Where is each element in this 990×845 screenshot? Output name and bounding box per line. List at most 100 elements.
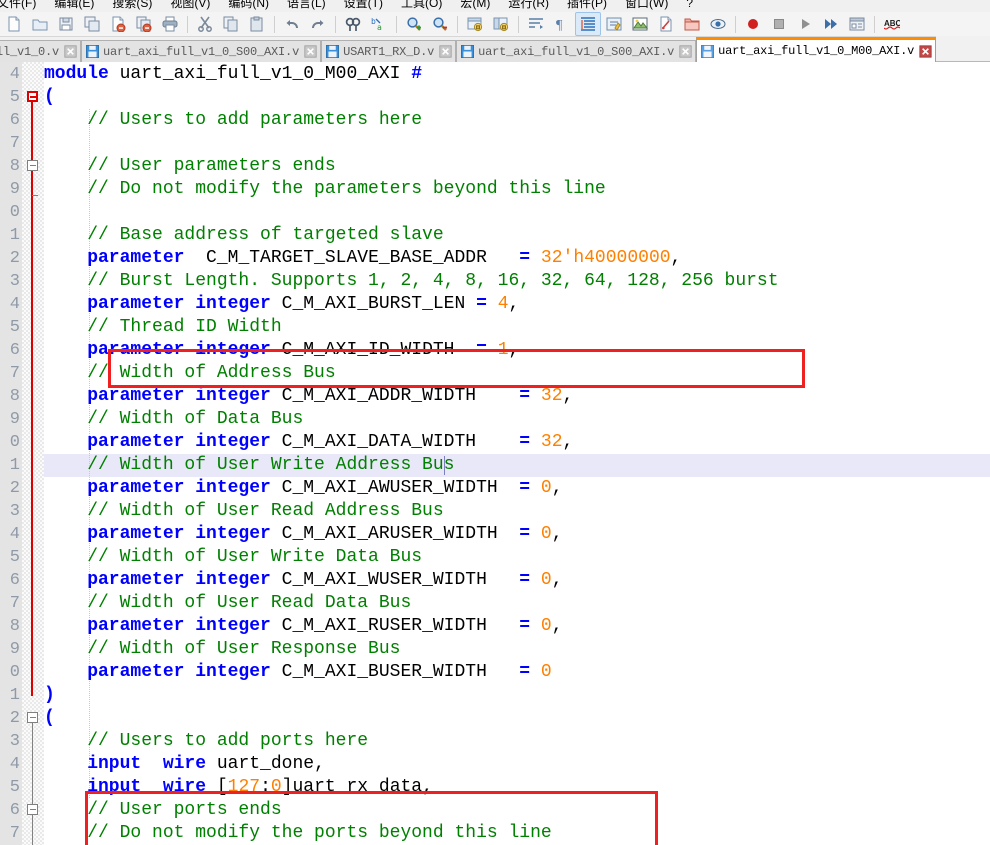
paste-button[interactable] [244, 12, 270, 36]
menu-settings[interactable]: 设置(T) [335, 0, 392, 12]
menu-help[interactable]: ? [677, 0, 702, 12]
tab-uart-axi-full-v1-0-s00-axi-b[interactable]: uart_axi_full_v1_0_S00_AXI.v [456, 40, 697, 62]
code-line[interactable]: // Width of User Write Address Bus [44, 454, 454, 477]
tab-close-icon[interactable] [919, 44, 932, 58]
code-line[interactable]: // User parameters ends [44, 155, 335, 178]
new-file-button[interactable] [1, 12, 27, 36]
code-line[interactable]: // Users to add ports here [44, 730, 368, 753]
copy-button[interactable] [218, 12, 244, 36]
tab-close-icon[interactable] [64, 45, 77, 58]
code-line[interactable]: ) [44, 684, 55, 707]
fold-range-line-active [31, 97, 33, 696]
code-line[interactable]: parameter integer C_M_AXI_ID_WIDTH = 1, [44, 339, 519, 362]
editor-area[interactable]: 45678901234567890123456789012345678 modu… [0, 62, 990, 845]
line-number: 8 [9, 387, 20, 406]
monitoring-button[interactable] [705, 12, 731, 36]
code-line[interactable]: parameter integer C_M_AXI_RUSER_WIDTH = … [44, 615, 562, 638]
code-line[interactable]: // Width of Address Bus [44, 362, 335, 385]
fold-collapse-box[interactable] [27, 712, 38, 723]
show-all-characters-button[interactable]: ¶ [549, 12, 575, 36]
run-macro-multiple-times-button[interactable] [818, 12, 844, 36]
document-map-button[interactable] [627, 12, 653, 36]
code-line[interactable]: // Width of Data Bus [44, 408, 303, 431]
fold-collapse-box[interactable] [27, 91, 38, 102]
menu-tools[interactable]: 工具(O) [392, 0, 451, 12]
sync-horizontal-scroll-button[interactable] [488, 12, 514, 36]
save-icon [58, 16, 74, 32]
stop-record-macro-button[interactable] [766, 12, 792, 36]
code-line[interactable]: parameter integer C_M_AXI_WUSER_WIDTH = … [44, 569, 562, 592]
indent-guide-button[interactable] [575, 12, 601, 36]
code-line[interactable]: // Width of User Read Address Bus [44, 500, 443, 523]
tab-bar-filler [936, 36, 990, 62]
word-wrap-button[interactable] [523, 12, 549, 36]
menu-edit[interactable]: 编辑(E) [45, 0, 103, 12]
tab-uart-axi-full-v1-0[interactable]: rt_axi_full_v1_0.v [0, 40, 82, 62]
play-macro-button[interactable] [792, 12, 818, 36]
cut-button[interactable] [192, 12, 218, 36]
undo-button[interactable] [279, 12, 305, 36]
menu-view[interactable]: 视图(V) [161, 0, 219, 12]
code-line[interactable]: // Users to add parameters here [44, 109, 422, 132]
code-line[interactable]: parameter C_M_TARGET_SLAVE_BASE_ADDR = 3… [44, 247, 681, 270]
start-record-macro-button[interactable] [740, 12, 766, 36]
menu-language[interactable]: 语言(L) [278, 0, 335, 12]
sync-vertical-scroll-button[interactable] [462, 12, 488, 36]
menu-file[interactable]: 文件(F) [0, 0, 45, 12]
close-file-button[interactable] [105, 12, 131, 36]
redo-button[interactable] [305, 12, 331, 36]
code-line[interactable]: module uart_axi_full_v1_0_M00_AXI # [44, 63, 422, 86]
code-line[interactable]: // Width of User Response Bus [44, 638, 400, 661]
menu-run[interactable]: 运行(R) [499, 0, 558, 12]
code-line[interactable]: input wire uart_done, [44, 753, 325, 776]
menu-window[interactable]: 窗口(W) [616, 0, 677, 12]
code-text-area[interactable]: module uart_axi_full_v1_0_M00_AXI #( // … [44, 62, 990, 845]
code-line[interactable]: // Width of User Read Data Bus [44, 592, 411, 615]
close-all-button[interactable] [131, 12, 157, 36]
print-button[interactable] [157, 12, 183, 36]
zoom-out-button[interactable] [427, 12, 453, 36]
code-line[interactable]: parameter integer C_M_AXI_ARUSER_WIDTH =… [44, 523, 562, 546]
code-line[interactable]: // Base address of targeted slave [44, 224, 443, 247]
code-line[interactable]: parameter integer C_M_AXI_DATA_WIDTH = 3… [44, 431, 573, 454]
code-line[interactable]: // User ports ends [44, 799, 281, 822]
replace-button[interactable]: ba [366, 12, 392, 36]
tab-close-icon[interactable] [304, 45, 317, 58]
menu-search[interactable]: 搜索(S) [103, 0, 161, 12]
code-line[interactable]: ( [44, 86, 55, 109]
menu-plugins[interactable]: 插件(P) [558, 0, 616, 12]
code-line[interactable]: // Do not modify the parameters beyond t… [44, 178, 606, 201]
function-list-button[interactable] [653, 12, 679, 36]
menu-encoding[interactable]: 编码(N) [219, 0, 278, 12]
tab-uart-axi-full-v1-0-m00-axi[interactable]: uart_axi_full_v1_0_M00_AXI.v [696, 37, 937, 62]
code-line[interactable]: ( [44, 707, 55, 730]
folder-as-workspace-button[interactable] [679, 12, 705, 36]
code-line[interactable]: // Burst Length. Supports 1, 2, 4, 8, 16… [44, 270, 778, 293]
find-button[interactable] [340, 12, 366, 36]
tab-close-icon[interactable] [439, 45, 452, 58]
record-macro-icon [745, 16, 761, 32]
open-file-button[interactable] [27, 12, 53, 36]
code-line[interactable]: // Width of User Write Data Bus [44, 546, 422, 569]
save-all-button[interactable] [79, 12, 105, 36]
tab-label: uart_axi_full_v1_0_M00_AXI.v [718, 44, 915, 58]
code-line[interactable]: parameter integer C_M_AXI_BUSER_WIDTH = … [44, 661, 552, 684]
fold-collapse-box[interactable] [27, 804, 38, 815]
code-line[interactable]: input wire [127:0]uart_rx_data, [44, 776, 433, 799]
code-line[interactable]: // Thread ID Width [44, 316, 281, 339]
menu-macro[interactable]: 宏(M) [451, 0, 499, 12]
tab-uart-axi-full-v1-0-s00-axi-a[interactable]: uart_axi_full_v1_0_S00_AXI.v [81, 40, 322, 62]
code-line[interactable]: parameter integer C_M_AXI_AWUSER_WIDTH =… [44, 477, 562, 500]
code-line[interactable]: parameter integer C_M_AXI_ADDR_WIDTH = 3… [44, 385, 573, 408]
code-folding-margin[interactable] [22, 62, 44, 845]
save-current-macro-button[interactable] [844, 12, 870, 36]
tab-usart1-rx-d[interactable]: USART1_RX_D.v [321, 40, 457, 62]
code-line[interactable]: parameter integer C_M_AXI_BURST_LEN = 4, [44, 293, 519, 316]
fold-collapse-box[interactable] [27, 160, 38, 171]
spell-check-button[interactable]: ABC [879, 12, 905, 36]
code-line[interactable]: // Do not modify the ports beyond this l… [44, 822, 551, 845]
zoom-in-button[interactable] [401, 12, 427, 36]
save-button[interactable] [53, 12, 79, 36]
tab-close-icon[interactable] [679, 45, 692, 58]
user-defined-dialog-button[interactable] [601, 12, 627, 36]
